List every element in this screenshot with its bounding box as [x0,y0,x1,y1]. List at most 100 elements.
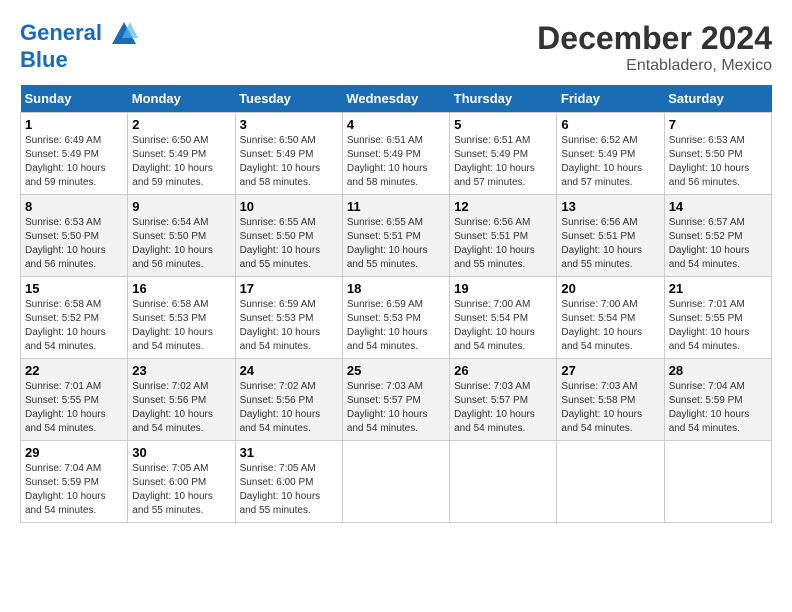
table-cell [664,441,771,523]
logo-line2: Blue [20,48,138,72]
day-number: 2 [132,117,230,132]
day-info: Sunrise: 7:00 AM Sunset: 5:54 PM Dayligh… [561,298,659,354]
day-info: Sunrise: 6:56 AM Sunset: 5:51 PM Dayligh… [454,216,552,272]
table-cell: 8 Sunrise: 6:53 AM Sunset: 5:50 PM Daylig… [21,195,128,277]
table-cell: 7 Sunrise: 6:53 AM Sunset: 5:50 PM Daylig… [664,113,771,195]
day-info: Sunrise: 6:50 AM Sunset: 5:49 PM Dayligh… [132,134,230,190]
day-number: 1 [25,117,123,132]
day-info: Sunrise: 6:53 AM Sunset: 5:50 PM Dayligh… [669,134,767,190]
logo-icon [110,20,138,48]
table-cell: 29 Sunrise: 7:04 AM Sunset: 5:59 PM Dayli… [21,441,128,523]
col-wednesday: Wednesday [342,85,449,113]
day-info: Sunrise: 7:05 AM Sunset: 6:00 PM Dayligh… [240,462,338,518]
day-info: Sunrise: 7:02 AM Sunset: 5:56 PM Dayligh… [132,380,230,436]
day-info: Sunrise: 6:57 AM Sunset: 5:52 PM Dayligh… [669,216,767,272]
day-info: Sunrise: 6:55 AM Sunset: 5:50 PM Dayligh… [240,216,338,272]
table-cell: 11 Sunrise: 6:55 AM Sunset: 5:51 PM Dayli… [342,195,449,277]
week-row-2: 8 Sunrise: 6:53 AM Sunset: 5:50 PM Daylig… [21,195,772,277]
day-number: 13 [561,199,659,214]
day-info: Sunrise: 7:04 AM Sunset: 5:59 PM Dayligh… [25,462,123,518]
col-saturday: Saturday [664,85,771,113]
day-number: 19 [454,281,552,296]
day-info: Sunrise: 7:02 AM Sunset: 5:56 PM Dayligh… [240,380,338,436]
day-info: Sunrise: 7:00 AM Sunset: 5:54 PM Dayligh… [454,298,552,354]
col-thursday: Thursday [450,85,557,113]
table-cell: 20 Sunrise: 7:00 AM Sunset: 5:54 PM Dayli… [557,277,664,359]
day-info: Sunrise: 7:01 AM Sunset: 5:55 PM Dayligh… [25,380,123,436]
table-cell: 25 Sunrise: 7:03 AM Sunset: 5:57 PM Dayli… [342,359,449,441]
table-cell: 30 Sunrise: 7:05 AM Sunset: 6:00 PM Dayli… [128,441,235,523]
day-info: Sunrise: 7:05 AM Sunset: 6:00 PM Dayligh… [132,462,230,518]
table-cell: 28 Sunrise: 7:04 AM Sunset: 5:59 PM Dayli… [664,359,771,441]
table-cell: 14Sunrise: 6:57 AM Sunset: 5:52 PM Dayli… [664,195,771,277]
table-cell: 27 Sunrise: 7:03 AM Sunset: 5:58 PM Dayli… [557,359,664,441]
table-cell: 22Sunrise: 7:01 AM Sunset: 5:55 PM Dayli… [21,359,128,441]
table-cell: 21 Sunrise: 7:01 AM Sunset: 5:55 PM Dayli… [664,277,771,359]
day-number: 10 [240,199,338,214]
col-tuesday: Tuesday [235,85,342,113]
table-cell: 31 Sunrise: 7:05 AM Sunset: 6:00 PM Dayli… [235,441,342,523]
day-info: Sunrise: 6:55 AM Sunset: 5:51 PM Dayligh… [347,216,445,272]
day-info: Sunrise: 6:53 AM Sunset: 5:50 PM Dayligh… [25,216,123,272]
day-number: 25 [347,363,445,378]
day-info: Sunrise: 6:59 AM Sunset: 5:53 PM Dayligh… [240,298,338,354]
day-number: 11 [347,199,445,214]
day-info: Sunrise: 7:03 AM Sunset: 5:57 PM Dayligh… [347,380,445,436]
table-cell [450,441,557,523]
day-number: 24 [240,363,338,378]
day-number: 27 [561,363,659,378]
day-info: Sunrise: 7:03 AM Sunset: 5:58 PM Dayligh… [561,380,659,436]
col-friday: Friday [557,85,664,113]
day-info: Sunrise: 6:50 AM Sunset: 5:49 PM Dayligh… [240,134,338,190]
table-cell: 3 Sunrise: 6:50 AM Sunset: 5:49 PM Daylig… [235,113,342,195]
calendar-header-row: Sunday Monday Tuesday Wednesday Thursday… [21,85,772,113]
day-number: 15 [25,281,123,296]
day-number: 18 [347,281,445,296]
table-cell: 23 Sunrise: 7:02 AM Sunset: 5:56 PM Dayli… [128,359,235,441]
week-row-1: 1 Sunrise: 6:49 AM Sunset: 5:49 PM Daylig… [21,113,772,195]
week-row-3: 15Sunrise: 6:58 AM Sunset: 5:52 PM Dayli… [21,277,772,359]
day-info: Sunrise: 6:56 AM Sunset: 5:51 PM Dayligh… [561,216,659,272]
day-number: 3 [240,117,338,132]
table-cell: 12 Sunrise: 6:56 AM Sunset: 5:51 PM Dayli… [450,195,557,277]
day-info: Sunrise: 6:51 AM Sunset: 5:49 PM Dayligh… [347,134,445,190]
day-number: 9 [132,199,230,214]
day-info: Sunrise: 7:04 AM Sunset: 5:59 PM Dayligh… [669,380,767,436]
page-header: General Blue December 2024 Entabladero, … [20,20,772,75]
day-info: Sunrise: 6:58 AM Sunset: 5:53 PM Dayligh… [132,298,230,354]
week-row-4: 22Sunrise: 7:01 AM Sunset: 5:55 PM Dayli… [21,359,772,441]
day-number: 30 [132,445,230,460]
day-number: 28 [669,363,767,378]
table-cell: 18 Sunrise: 6:59 AM Sunset: 5:53 PM Dayli… [342,277,449,359]
day-number: 20 [561,281,659,296]
day-info: Sunrise: 7:01 AM Sunset: 5:55 PM Dayligh… [669,298,767,354]
day-number: 16 [132,281,230,296]
day-info: Sunrise: 7:03 AM Sunset: 5:57 PM Dayligh… [454,380,552,436]
day-number: 29 [25,445,123,460]
table-cell: 9 Sunrise: 6:54 AM Sunset: 5:50 PM Daylig… [128,195,235,277]
day-number: 31 [240,445,338,460]
table-cell: 10 Sunrise: 6:55 AM Sunset: 5:50 PM Dayli… [235,195,342,277]
day-number: 8 [25,199,123,214]
day-info: Sunrise: 6:54 AM Sunset: 5:50 PM Dayligh… [132,216,230,272]
day-info: Sunrise: 6:59 AM Sunset: 5:53 PM Dayligh… [347,298,445,354]
day-number: 6 [561,117,659,132]
month-title: December 2024 [537,20,772,57]
day-number: 4 [347,117,445,132]
day-number: 5 [454,117,552,132]
day-number: 23 [132,363,230,378]
table-cell: 16 Sunrise: 6:58 AM Sunset: 5:53 PM Dayli… [128,277,235,359]
day-number: 7 [669,117,767,132]
table-cell: 1 Sunrise: 6:49 AM Sunset: 5:49 PM Daylig… [21,113,128,195]
table-cell: 17Sunrise: 6:59 AM Sunset: 5:53 PM Dayli… [235,277,342,359]
col-sunday: Sunday [21,85,128,113]
table-cell: 2 Sunrise: 6:50 AM Sunset: 5:49 PM Daylig… [128,113,235,195]
table-cell: 6Sunrise: 6:52 AM Sunset: 5:49 PM Daylig… [557,113,664,195]
table-cell: 15Sunrise: 6:58 AM Sunset: 5:52 PM Dayli… [21,277,128,359]
location-title: Entabladero, Mexico [537,57,772,75]
day-number: 12 [454,199,552,214]
table-cell: 26Sunrise: 7:03 AM Sunset: 5:57 PM Dayli… [450,359,557,441]
table-cell [557,441,664,523]
day-number: 21 [669,281,767,296]
day-info: Sunrise: 6:49 AM Sunset: 5:49 PM Dayligh… [25,134,123,190]
